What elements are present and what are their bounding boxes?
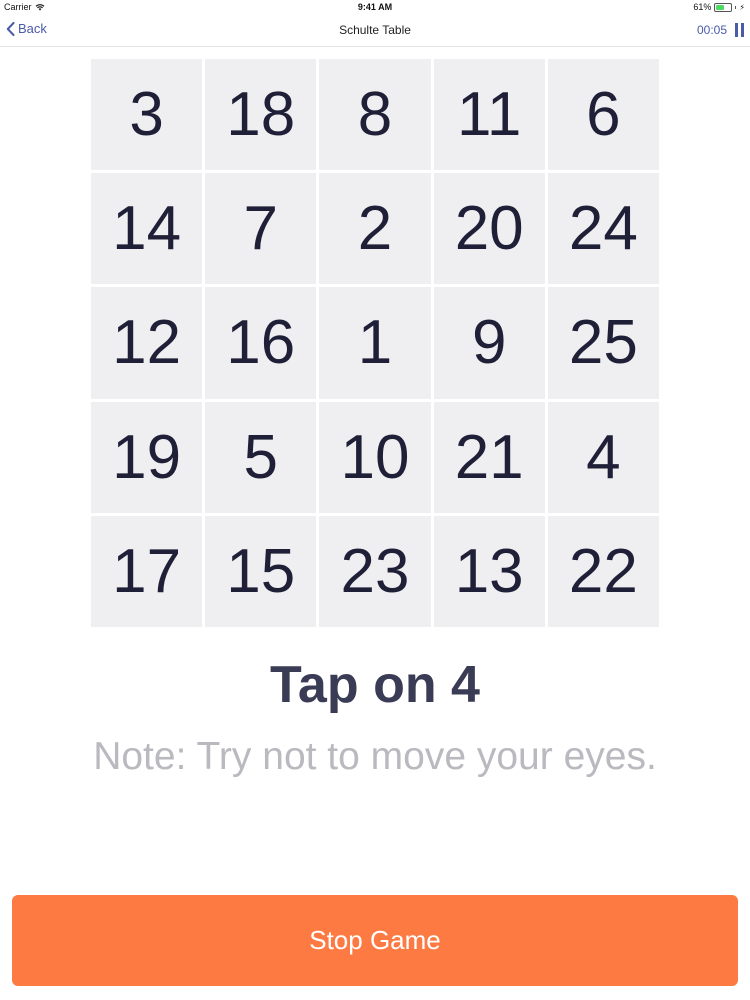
- grid-cell[interactable]: 16: [205, 287, 317, 399]
- grid-cell[interactable]: 5: [205, 401, 317, 513]
- hint-note: Note: Try not to move your eyes.: [93, 735, 657, 778]
- grid-cell[interactable]: 25: [547, 287, 659, 399]
- grid-cell[interactable]: 21: [433, 401, 545, 513]
- elapsed-timer: 00:05: [696, 23, 727, 37]
- timer-group: 00:05: [697, 21, 744, 39]
- grid-cell[interactable]: 11: [433, 59, 545, 171]
- grid-cell[interactable]: 1: [319, 287, 431, 399]
- page-title: Schulte Table: [339, 23, 411, 37]
- battery-percent: 61%: [693, 2, 712, 12]
- target-prompt: Tap on 4: [270, 656, 480, 714]
- grid-cell[interactable]: 13: [433, 515, 545, 627]
- pause-icon-bar-right: [741, 23, 744, 37]
- battery-icon: [714, 2, 733, 12]
- battery-indicator: 61% ⚡: [693, 2, 745, 12]
- grid-cell[interactable]: 4: [547, 401, 659, 513]
- grid-cell[interactable]: 15: [205, 515, 317, 627]
- grid-cell[interactable]: 9: [433, 287, 545, 399]
- grid-cell[interactable]: 12: [91, 287, 203, 399]
- grid-cell[interactable]: 23: [319, 515, 431, 627]
- navigation-bar: Back Schulte Table 00:05: [0, 14, 750, 47]
- grid-cell[interactable]: 2: [319, 173, 431, 285]
- grid-cell[interactable]: 7: [205, 173, 317, 285]
- status-bar: Carrier 9:41 AM 61% ⚡: [0, 0, 750, 14]
- stop-game-button[interactable]: Stop Game: [12, 895, 738, 986]
- status-time: 9:41 AM: [357, 2, 393, 12]
- grid-cell[interactable]: 3: [91, 59, 203, 171]
- charging-icon: ⚡: [739, 2, 745, 12]
- schulte-table-screen: Carrier 9:41 AM 61% ⚡ Back Schulte Table: [0, 0, 750, 1000]
- grid-cell[interactable]: 24: [547, 173, 659, 285]
- grid-cell[interactable]: 18: [205, 59, 317, 171]
- grid-cell[interactable]: 10: [319, 401, 431, 513]
- grid-cell[interactable]: 19: [91, 401, 203, 513]
- grid-cell[interactable]: 22: [547, 515, 659, 627]
- grid-cell[interactable]: 17: [91, 515, 203, 627]
- schulte-grid: 3 18 8 11 6 14 7 2 20 24 12 16 1 9 25 19…: [91, 59, 659, 627]
- grid-cell[interactable]: 20: [433, 173, 545, 285]
- battery-cap: [735, 5, 737, 9]
- pause-icon-bar-left: [735, 23, 738, 37]
- grid-cell[interactable]: 8: [319, 59, 431, 171]
- grid-cell[interactable]: 14: [91, 173, 203, 285]
- battery-level-fill: [716, 4, 724, 10]
- grid-cell[interactable]: 6: [547, 59, 659, 171]
- pause-button[interactable]: [735, 21, 744, 39]
